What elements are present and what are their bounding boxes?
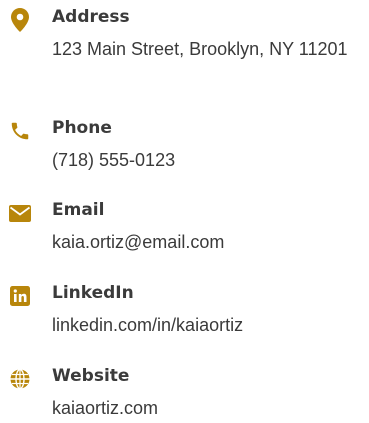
- envelope-icon: [8, 201, 32, 225]
- contact-label: Email: [52, 200, 105, 220]
- contact-label: Website: [52, 366, 130, 386]
- contact-label: Phone: [52, 118, 112, 138]
- email-link[interactable]: kaia.ortiz@email.com: [52, 227, 362, 257]
- map-marker-icon: [8, 8, 32, 32]
- contact-label: Address: [52, 7, 130, 27]
- contact-label: LinkedIn: [52, 283, 134, 303]
- linkedin-icon: [8, 284, 32, 308]
- address-value: 123 Main Street, Brooklyn, NY 11201: [52, 39, 348, 59]
- globe-icon: [8, 367, 32, 391]
- phone-link[interactable]: (718) 555-0123: [52, 145, 362, 175]
- linkedin-link[interactable]: linkedin.com/in/kaiaortiz: [52, 310, 362, 340]
- phone-icon: [8, 119, 32, 143]
- website-link[interactable]: kaiaortiz.com: [52, 393, 362, 423]
